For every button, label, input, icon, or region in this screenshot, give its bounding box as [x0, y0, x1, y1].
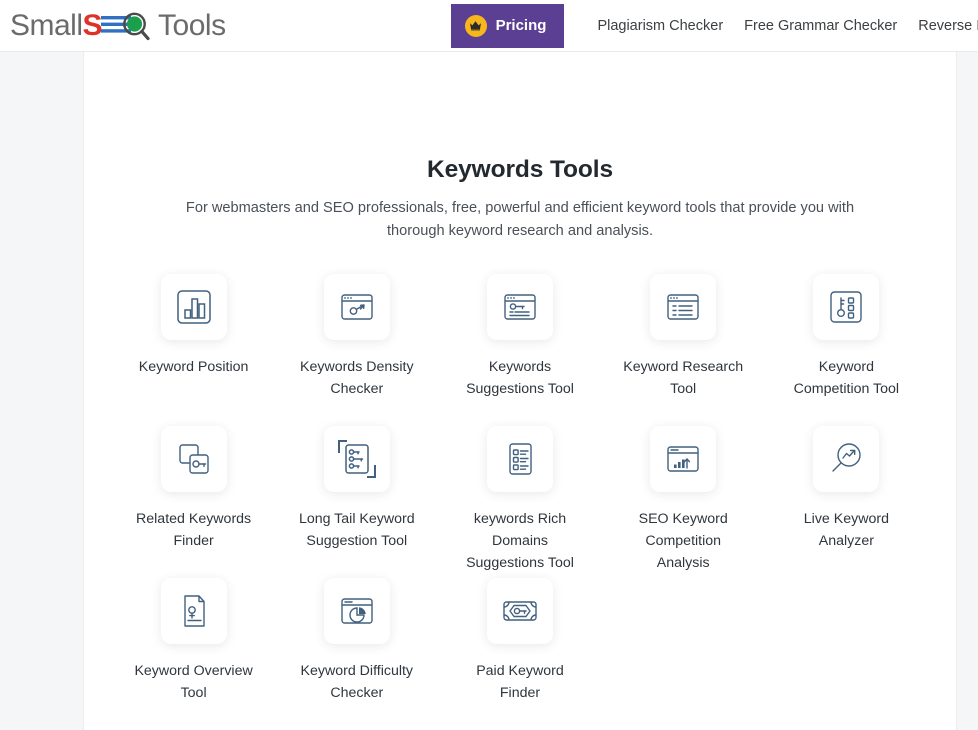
key-checkboxes-icon [827, 288, 865, 326]
tool-label: Related Keywords Finder [136, 510, 252, 549]
tool-card-keyword-position[interactable]: Keyword Position [112, 273, 275, 426]
tool-card-keyword-research-tool[interactable]: Keyword Research Tool [602, 273, 765, 426]
tool-icon-tile [323, 425, 390, 492]
tool-label: Keyword Position [138, 358, 249, 375]
browser-growth-chart-icon [664, 440, 702, 478]
tool-icon-tile [813, 273, 880, 340]
browser-key-arrow-icon [338, 288, 376, 326]
logo-text-tools: Tools [158, 8, 226, 42]
content-container: Keywords Tools For webmasters and SEO pr… [83, 52, 957, 730]
tool-label: Paid Keyword Finder [476, 662, 564, 701]
tool-label: keywords Rich Domains Suggestions Tool [466, 510, 574, 572]
nav-link-plagiarism-checker[interactable]: Plagiarism Checker [597, 18, 723, 34]
tool-label: Live Keyword Analyzer [803, 510, 889, 549]
tool-label: Keyword Overview Tool [134, 662, 253, 701]
tool-icon-tile [323, 577, 390, 644]
document-key-icon [175, 592, 213, 630]
tool-icon-tile [323, 273, 390, 340]
tool-icon-tile [160, 273, 227, 340]
tool-icon-tile [650, 425, 717, 492]
grid-empty-cell [765, 578, 928, 730]
checklist-document-icon [501, 440, 539, 478]
tool-label: Keyword Competition Tool [793, 358, 900, 397]
page-subtitle: For webmasters and SEO professionals, fr… [185, 200, 855, 240]
tool-label: Keyword Research Tool [623, 358, 744, 397]
tool-card-long-tail-keyword-suggestion-tool[interactable]: Long Tail Keyword Suggestion Tool [275, 425, 438, 578]
tool-card-paid-keyword-finder[interactable]: Paid Keyword Finder [438, 577, 601, 730]
tool-label: Keywords Suggestions Tool [466, 358, 574, 397]
stacked-squares-key-icon [175, 440, 213, 478]
site-header: Small S Tools Pricing Plagiarism Checker… [0, 0, 978, 52]
tool-label: SEO Keyword Competition Analysis [638, 510, 728, 572]
tool-card-keywords-density-checker[interactable]: Keywords Density Checker [275, 273, 438, 426]
logo-letter-s: S [82, 8, 103, 42]
tools-grid: Keyword Position Keywords Density Checke… [84, 273, 956, 730]
logo-seo-mark-icon [101, 9, 159, 43]
tool-label: Keyword Difficulty Checker [300, 662, 414, 701]
tool-icon-tile [486, 425, 553, 492]
tool-icon-tile [813, 425, 880, 492]
tool-card-related-keywords-finder[interactable]: Related Keywords Finder [112, 425, 275, 578]
tool-icon-tile [486, 577, 553, 644]
tool-card-seo-keyword-competition-analysis[interactable]: SEO Keyword Competition Analysis [602, 425, 765, 578]
tool-icon-tile [650, 273, 717, 340]
tool-card-live-keyword-analyzer[interactable]: Live Keyword Analyzer [765, 425, 928, 578]
grid-empty-cell [602, 578, 765, 730]
pricing-button[interactable]: Pricing [450, 3, 565, 48]
site-logo[interactable]: Small S Tools [10, 6, 226, 46]
tool-icon-tile [160, 425, 227, 492]
crown-icon [464, 14, 487, 37]
tool-card-keywords-rich-domains-suggestions-tool[interactable]: keywords Rich Domains Suggestions Tool [438, 425, 601, 578]
browser-list-icon [664, 288, 702, 326]
bar-chart-icon [175, 288, 213, 326]
pricing-button-label: Pricing [495, 17, 547, 34]
nav-link-free-grammar-checker[interactable]: Free Grammar Checker [744, 18, 897, 34]
tool-icon-tile [160, 577, 227, 644]
browser-key-list-icon [501, 288, 539, 326]
document-keys-list-icon [335, 437, 379, 481]
page-title: Keywords Tools [426, 156, 613, 183]
tool-card-keyword-difficulty-checker[interactable]: Keyword Difficulty Checker [275, 577, 438, 730]
tool-card-keyword-competition-tool[interactable]: Keyword Competition Tool [765, 273, 928, 426]
banknote-key-icon [501, 592, 539, 630]
tool-label: Keywords Density Checker [300, 358, 414, 397]
tool-icon-tile [486, 273, 553, 340]
main-navigation: Pricing Plagiarism Checker Free Grammar … [450, 0, 978, 52]
tool-card-keyword-overview-tool[interactable]: Keyword Overview Tool [112, 577, 275, 730]
tool-card-keywords-suggestions-tool[interactable]: Keywords Suggestions Tool [438, 273, 601, 426]
tool-label: Long Tail Keyword Suggestion Tool [298, 510, 415, 549]
logo-text-small: Small [10, 8, 83, 42]
browser-pie-chart-icon [338, 592, 376, 630]
nav-link-reverse-image[interactable]: Reverse Image [918, 18, 978, 34]
magnifier-trend-icon [827, 440, 865, 478]
